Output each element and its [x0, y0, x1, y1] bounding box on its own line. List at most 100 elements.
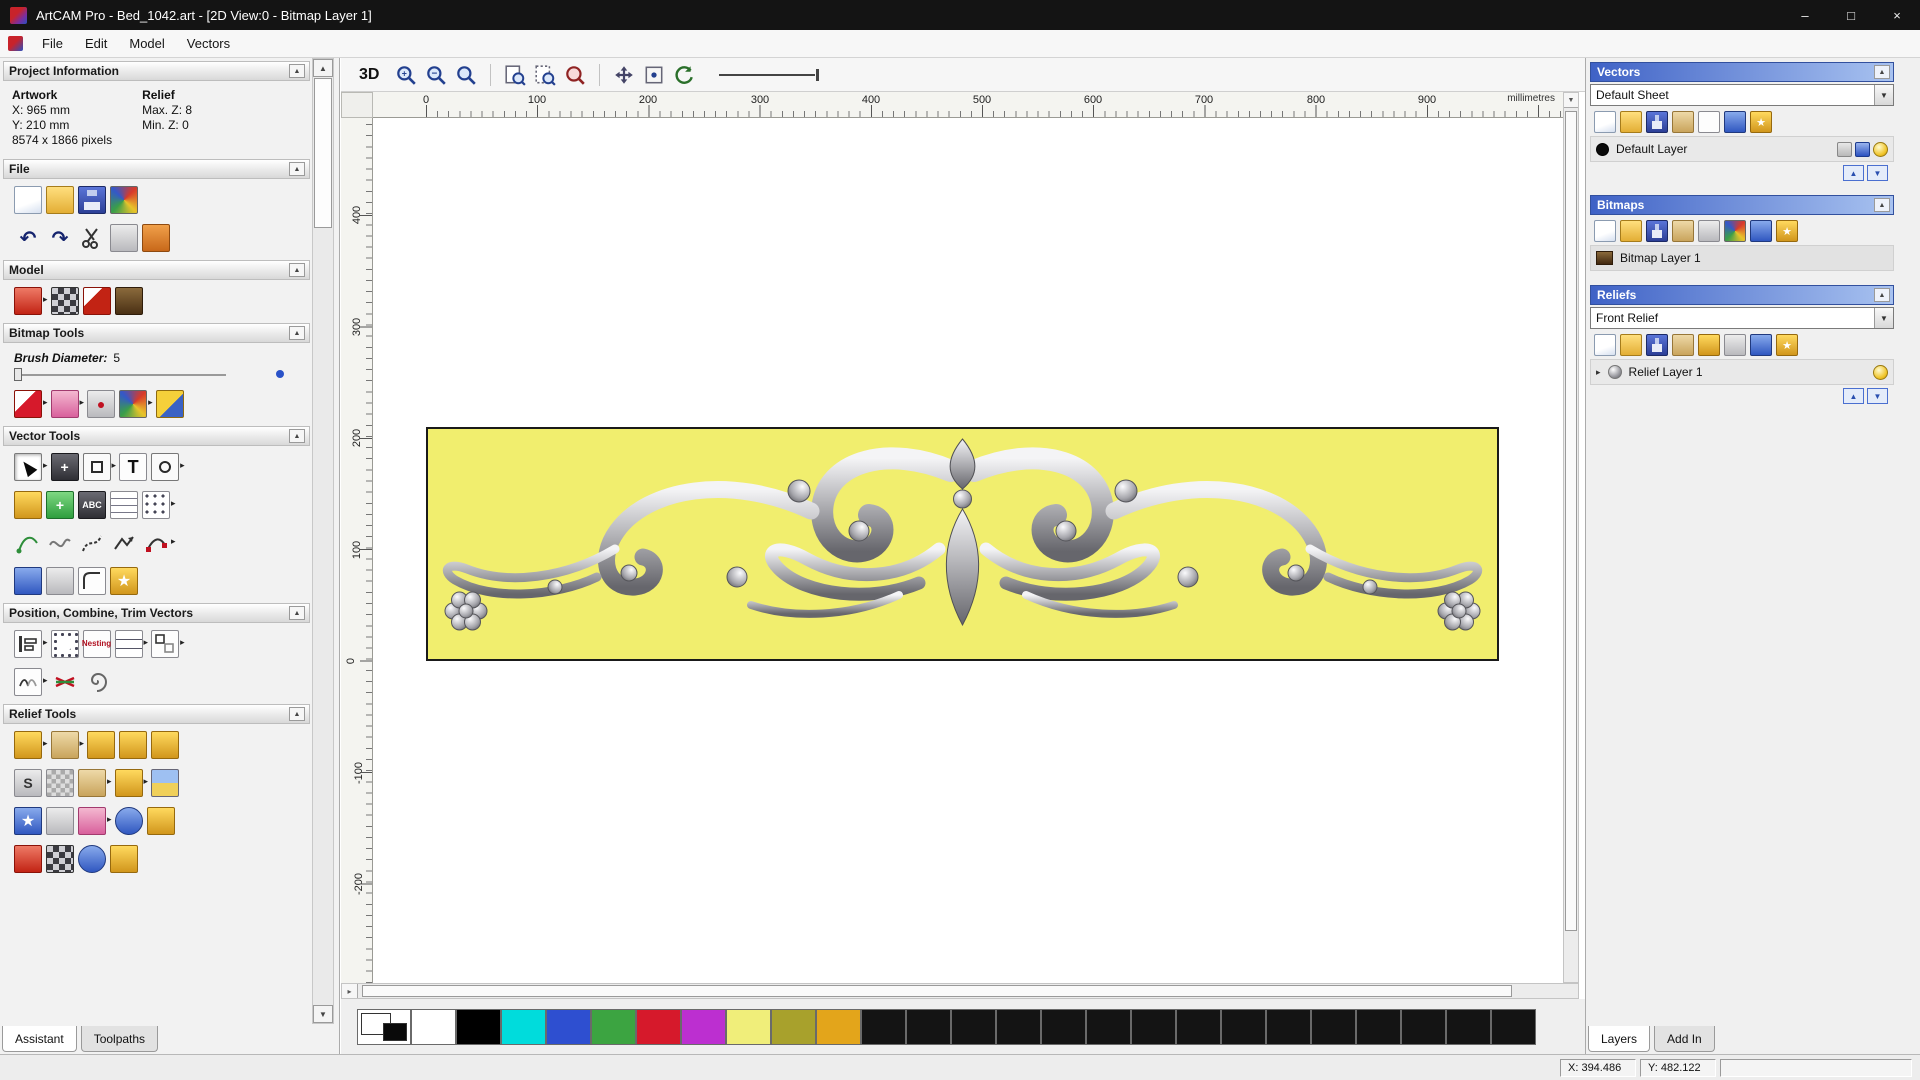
- palette-swatch[interactable]: [1446, 1008, 1491, 1045]
- zoom-fit-page-icon[interactable]: [502, 62, 528, 88]
- flyout-arrow[interactable]: ▸: [144, 637, 149, 648]
- palette-swatch[interactable]: [861, 1008, 906, 1045]
- vector-text-icon[interactable]: ABC: [78, 491, 106, 519]
- new-model-icon[interactable]: [14, 186, 42, 214]
- palette-swatch[interactable]: [1176, 1008, 1221, 1045]
- new-relief-layer-icon[interactable]: [1594, 334, 1616, 356]
- palette-swatch[interactable]: [456, 1008, 501, 1045]
- section-header-bitmap-tools[interactable]: Bitmap Tools ▲: [3, 323, 310, 343]
- flyout-arrow[interactable]: ▸: [112, 460, 117, 471]
- palette-swatch[interactable]: [1086, 1008, 1131, 1045]
- add-relief-icon[interactable]: [119, 731, 148, 759]
- tab-layers[interactable]: Layers: [1588, 1026, 1651, 1052]
- star-wizard-icon[interactable]: ★: [14, 807, 42, 835]
- open-vectors-icon[interactable]: [1620, 111, 1642, 133]
- slider-track[interactable]: [14, 374, 226, 376]
- relief-options-icon[interactable]: ★: [1776, 334, 1798, 356]
- palette-swatch[interactable]: [501, 1008, 546, 1045]
- canvas-vertical-scrollbar[interactable]: ▼: [1563, 92, 1579, 983]
- shape-editor-icon[interactable]: [14, 731, 42, 759]
- lock-layer-icon[interactable]: [1837, 141, 1852, 157]
- flood-fill-icon[interactable]: [155, 390, 184, 418]
- extrude-vector-icon[interactable]: [14, 567, 42, 595]
- zoom-out-icon[interactable]: −: [423, 62, 449, 88]
- subtract-relief-icon[interactable]: [151, 731, 180, 759]
- node-editing-icon[interactable]: [142, 529, 170, 557]
- flyout-arrow[interactable]: ▸: [171, 498, 176, 509]
- save-relief-icon[interactable]: [1646, 334, 1668, 356]
- flyout-arrow[interactable]: ▸: [107, 776, 112, 787]
- dome-relief-icon[interactable]: [114, 807, 143, 835]
- palette-swatch[interactable]: [771, 1008, 816, 1045]
- sculpt-icon[interactable]: [87, 731, 116, 759]
- open-relief-icon[interactable]: [1620, 334, 1642, 356]
- spline-icon[interactable]: [78, 529, 106, 557]
- unwrap-relief-icon[interactable]: [46, 807, 74, 835]
- collapse-icon[interactable]: ▲: [289, 263, 305, 277]
- set-model-size-icon[interactable]: [14, 287, 42, 315]
- scrollbar-thumb[interactable]: [314, 78, 332, 228]
- tab-toolpaths[interactable]: Toolpaths: [80, 1026, 159, 1052]
- palette-swatch[interactable]: [681, 1008, 726, 1045]
- import-vectors-icon[interactable]: [1672, 111, 1694, 133]
- create-ellipse-icon[interactable]: [151, 453, 180, 481]
- relief-select[interactable]: Front Relief ▼: [1590, 307, 1894, 329]
- paste-icon[interactable]: [142, 224, 170, 252]
- palette-swatch[interactable]: [1311, 1008, 1356, 1045]
- collapse-icon[interactable]: ▲: [289, 326, 305, 340]
- relief-texture-icon[interactable]: [46, 845, 74, 873]
- canvas-horizontal-scrollbar[interactable]: ▸: [341, 983, 1579, 999]
- transform-vectors-icon[interactable]: +: [50, 453, 79, 481]
- tab-add-in[interactable]: Add In: [1654, 1026, 1715, 1052]
- slider-handle[interactable]: [14, 368, 22, 381]
- undo-icon[interactable]: ↶: [14, 224, 42, 252]
- artwork[interactable]: [426, 427, 1499, 661]
- collapse-icon[interactable]: ▲: [289, 162, 305, 176]
- palette-swatch[interactable]: [411, 1008, 456, 1045]
- model-image-icon[interactable]: [114, 287, 143, 315]
- measure-icon[interactable]: [14, 491, 42, 519]
- smooth-relief-icon[interactable]: [50, 731, 79, 759]
- view-3d-button[interactable]: 3D: [353, 64, 385, 86]
- flyout-arrow[interactable]: ▸: [43, 460, 48, 471]
- palette-swatch[interactable]: [1491, 1008, 1536, 1045]
- flyout-arrow[interactable]: ▸: [171, 536, 176, 547]
- polyline-arrow-icon[interactable]: [110, 529, 138, 557]
- horizontal-scroll-thumb[interactable]: [362, 985, 1512, 997]
- line-width-widget[interactable]: [719, 68, 820, 81]
- import-bitmap-icon[interactable]: [1672, 220, 1694, 242]
- new-bitmap-layer-icon[interactable]: [1594, 220, 1616, 242]
- collapse-icon[interactable]: ▲: [289, 64, 305, 78]
- vector-layer-row[interactable]: Default Layer: [1590, 136, 1894, 162]
- reset-relief-layer-icon[interactable]: [1724, 334, 1746, 356]
- section-header-model[interactable]: Model ▲: [3, 260, 310, 280]
- copy-icon[interactable]: [110, 224, 138, 252]
- pan-view-icon[interactable]: [611, 62, 637, 88]
- section-header-relief-tools[interactable]: Relief Tools ▲: [3, 704, 310, 724]
- export-model-icon[interactable]: [110, 186, 138, 214]
- zoom-selection-icon[interactable]: [532, 62, 558, 88]
- paint-selective-icon[interactable]: [50, 390, 79, 418]
- flyout-arrow[interactable]: ▸: [43, 637, 48, 648]
- menu-edit[interactable]: Edit: [74, 32, 118, 55]
- flyout-arrow[interactable]: ▸: [80, 397, 85, 408]
- delete-relief-layer-icon[interactable]: [1750, 334, 1772, 356]
- redo-icon[interactable]: ↷: [46, 224, 74, 252]
- snap-toggle-icon[interactable]: [641, 62, 667, 88]
- save-bitmap-icon[interactable]: [1646, 220, 1668, 242]
- ruler-options-button[interactable]: ▼: [1564, 93, 1578, 108]
- scroll-up-button[interactable]: ▲: [313, 59, 333, 77]
- bitmaps-section-header[interactable]: Bitmaps ▲: [1590, 195, 1894, 215]
- vector-options-icon[interactable]: ★: [1750, 111, 1772, 133]
- palette-swatch[interactable]: [951, 1008, 996, 1045]
- nesting-icon[interactable]: Nesting: [82, 630, 111, 658]
- move-layer-down-icon[interactable]: ▼: [1867, 165, 1888, 181]
- flyout-arrow[interactable]: ▸: [180, 637, 185, 648]
- envelope-icon[interactable]: [46, 567, 74, 595]
- primary-colour-swatch[interactable]: [357, 1008, 411, 1045]
- section-header-position-combine-trim[interactable]: Position, Combine, Trim Vectors ▲: [3, 603, 310, 623]
- cut-icon[interactable]: [78, 224, 106, 252]
- paint-relief-icon[interactable]: [78, 807, 106, 835]
- new-vector-layer-icon[interactable]: [1594, 111, 1616, 133]
- fillet-icon[interactable]: [78, 567, 106, 595]
